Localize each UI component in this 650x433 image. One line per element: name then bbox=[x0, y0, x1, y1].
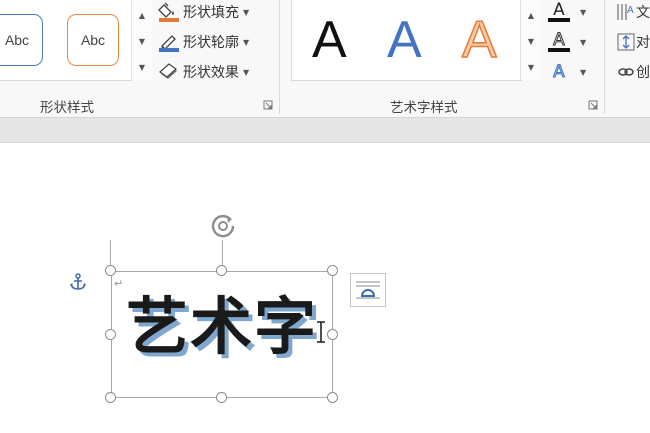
gallery-scroll-up-button[interactable]: ▲ bbox=[521, 2, 541, 28]
wordart-styles-group-label: 艺术字样式 bbox=[390, 100, 458, 116]
dropdown-caret-icon: ▼ bbox=[580, 67, 587, 77]
dropdown-caret-icon: ▼ bbox=[243, 37, 250, 47]
text-cursor-icon bbox=[317, 321, 325, 343]
resize-handle-top[interactable] bbox=[216, 265, 227, 276]
text-fill-icon: A bbox=[548, 2, 570, 22]
text-direction-button[interactable]: A 文 bbox=[616, 1, 650, 23]
chevron-up-icon: ▲ bbox=[138, 10, 146, 20]
gallery-scroll-down-button[interactable]: ▼ bbox=[521, 28, 541, 54]
resize-handle-bottom[interactable] bbox=[216, 392, 227, 403]
create-link-button[interactable]: 创 bbox=[616, 61, 650, 83]
wordart-sample-black[interactable]: A bbox=[312, 14, 347, 66]
shape-style-label: Abc bbox=[4, 32, 30, 48]
dialog-launcher-icon[interactable] bbox=[263, 100, 273, 110]
align-text-icon bbox=[617, 33, 635, 51]
shape-fill-button[interactable]: 形状填充 ▼ bbox=[158, 1, 249, 23]
resize-handle-top-left[interactable] bbox=[105, 265, 116, 276]
shape-effects-button[interactable]: 形状效果 ▼ bbox=[158, 61, 249, 83]
dropdown-caret-icon: ▼ bbox=[243, 7, 250, 17]
dialog-launcher-icon[interactable] bbox=[588, 100, 598, 110]
dropdown-caret-icon: ▼ bbox=[243, 67, 250, 77]
shape-style-label: Abc bbox=[80, 32, 106, 48]
text-direction-icon: A bbox=[617, 4, 634, 20]
dropdown-caret-icon: ▼ bbox=[580, 7, 587, 17]
wordart-sample-orange[interactable]: A bbox=[461, 13, 497, 67]
chevron-down-icon: ▼ bbox=[527, 36, 535, 46]
chevron-up-icon: ▲ bbox=[527, 10, 535, 20]
resize-handle-right[interactable] bbox=[327, 329, 338, 340]
shape-effects-label: 形状效果 bbox=[183, 65, 239, 81]
gallery-more-button[interactable]: ▼ bbox=[521, 54, 541, 80]
text-outline-icon: A bbox=[548, 31, 570, 52]
resize-handle-top-right[interactable] bbox=[327, 265, 338, 276]
wordart-sample-blue[interactable]: A bbox=[387, 14, 422, 66]
shape-style-thumbnail-blue[interactable]: Abc bbox=[0, 14, 43, 66]
shape-styles-scroll: ▲ ▼ ▼ bbox=[131, 0, 152, 80]
resize-handle-bottom-right[interactable] bbox=[327, 392, 338, 403]
gallery-scroll-up-button[interactable]: ▲ bbox=[132, 2, 152, 28]
layout-options-button[interactable] bbox=[350, 273, 386, 307]
shape-fill-label: 形状填充 bbox=[183, 5, 239, 21]
resize-handle-bottom-left[interactable] bbox=[105, 392, 116, 403]
rotate-handle-stem bbox=[222, 240, 223, 266]
expand-gallery-icon: ▼ bbox=[527, 62, 535, 72]
shape-outline-button[interactable]: 形状轮廓 ▼ bbox=[158, 31, 249, 53]
ruler-bar bbox=[0, 118, 650, 143]
expand-gallery-icon: ▼ bbox=[138, 62, 146, 72]
svg-text:A: A bbox=[627, 5, 634, 16]
group-separator bbox=[604, 0, 605, 114]
link-icon bbox=[618, 68, 634, 76]
shape-styles-gallery[interactable]: Abc Abc bbox=[0, 0, 132, 81]
rotate-handle-icon[interactable] bbox=[208, 211, 238, 241]
group-separator bbox=[279, 0, 280, 114]
wordart-styles-scroll: ▲ ▼ ▼ bbox=[520, 0, 541, 80]
paint-bucket-icon bbox=[158, 2, 180, 22]
text-outline-button[interactable]: A ▼ bbox=[548, 30, 586, 54]
text-effects-button[interactable]: A ▼ bbox=[548, 60, 586, 84]
align-text-button[interactable]: 对 bbox=[616, 31, 650, 53]
resize-handle-left[interactable] bbox=[105, 329, 116, 340]
ribbon: Abc Abc ▲ ▼ ▼ 形状填充 ▼ 形状轮廓 ▼ 形状效果 ▼ 形状样式 … bbox=[0, 0, 650, 118]
layout-options-icon bbox=[356, 281, 380, 299]
gallery-more-button[interactable]: ▼ bbox=[132, 54, 152, 80]
shape-styles-group-label: 形状样式 bbox=[40, 100, 94, 116]
shape-style-thumbnail-orange[interactable]: Abc bbox=[67, 14, 119, 66]
pen-outline-icon bbox=[158, 32, 180, 52]
chevron-down-icon: ▼ bbox=[138, 36, 146, 46]
text-fill-button[interactable]: A ▼ bbox=[548, 0, 586, 24]
wordart-text[interactable]: 艺术字 bbox=[126, 296, 318, 358]
shape-effects-icon bbox=[158, 62, 180, 82]
shape-outline-label: 形状轮廓 bbox=[183, 35, 239, 51]
dropdown-caret-icon: ▼ bbox=[580, 37, 587, 47]
anchor-icon[interactable] bbox=[68, 272, 88, 292]
gallery-scroll-down-button[interactable]: ▼ bbox=[132, 28, 152, 54]
text-effects-icon: A bbox=[553, 62, 566, 82]
wordart-styles-gallery[interactable]: A A A bbox=[291, 0, 522, 81]
